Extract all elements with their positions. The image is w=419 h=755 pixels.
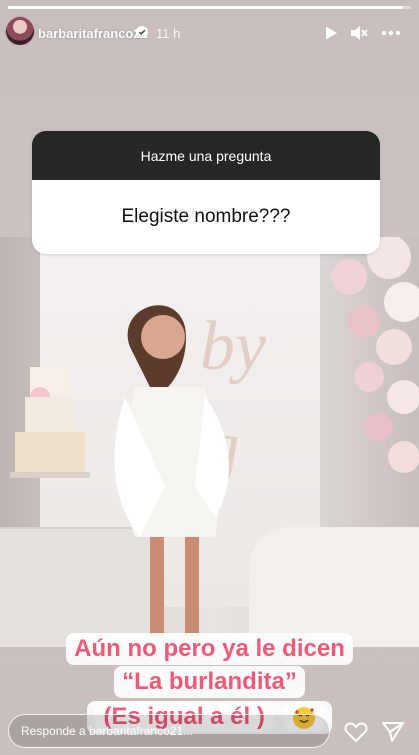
mute-icon [351,26,368,40]
story-progress-fill [8,6,403,9]
mute-button[interactable] [348,22,370,44]
more-icon [381,30,401,36]
send-icon [382,722,404,742]
caption-line-2: “La burlandita” [0,666,419,698]
question-sticker-question: Elegiste nombre??? [32,180,380,254]
story-header: barbaritafranco21 11 h [0,14,419,52]
post-time: 11 h [156,26,181,41]
question-sticker-title: Hazme una pregunta [32,131,380,180]
caption-text-2: “La burlandita” [114,666,305,698]
dessert-table-right [249,527,419,647]
play-icon [326,26,337,40]
story-progress-bar [8,6,411,9]
more-options-button[interactable] [380,22,402,44]
story-photo: by ing [0,237,419,647]
avatar[interactable] [5,16,35,46]
woman-in-white-dress [114,305,229,637]
question-sticker[interactable]: Hazme una pregunta Elegiste nombre??? [32,131,380,254]
cake [10,367,90,478]
caption-line-1: Aún no pero ya le dicen [0,633,419,665]
reply-input[interactable]: Responde a barbaritafranco21... [8,714,330,748]
heart-icon [344,722,368,743]
story-viewer: barbaritafranco21 11 h by ing [0,0,419,755]
username[interactable]: barbaritafranco21 [38,26,148,41]
flower-arrangement [331,237,419,473]
caption-text-1: Aún no pero ya le dicen [66,633,353,665]
verified-badge-icon [136,26,148,38]
share-button[interactable] [380,719,406,745]
play-button[interactable] [320,22,342,44]
like-button[interactable] [343,719,369,745]
